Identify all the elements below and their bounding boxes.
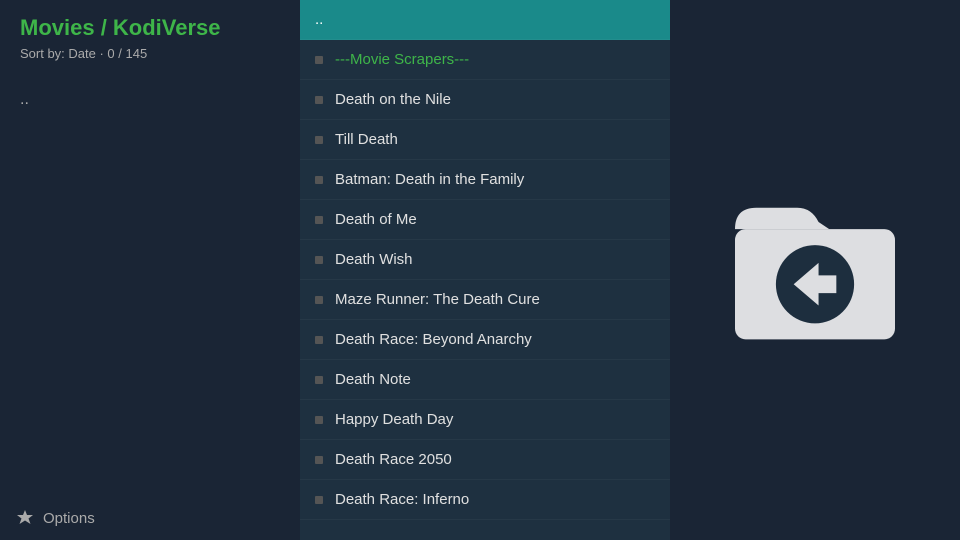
list-item-bullet: [315, 96, 323, 104]
list-item-label: ..: [315, 11, 655, 28]
bottom-bar: Options: [0, 496, 300, 540]
list-item-bullet: [315, 296, 323, 304]
list-item-bullet: [315, 456, 323, 464]
list-item-bullet: [315, 136, 323, 144]
sort-info: Sort by: Date · 0 / 145: [20, 46, 280, 61]
list-item-label: Maze Runner: The Death Cure: [335, 291, 655, 308]
list-item-bullet: [315, 416, 323, 424]
folder-back-icon: [725, 190, 905, 350]
list-item[interactable]: Death Race: Inferno: [300, 480, 670, 520]
list-item-label: Death Race: Beyond Anarchy: [335, 331, 655, 348]
list-item-label: Till Death: [335, 131, 655, 148]
list-item[interactable]: ---Movie Scrapers---: [300, 40, 670, 80]
list-item-bullet: [315, 496, 323, 504]
list-item[interactable]: Death Race 2050: [300, 440, 670, 480]
app-title-prefix: Movies /: [20, 15, 113, 40]
list-item-label: Death Note: [335, 371, 655, 388]
list-item[interactable]: Batman: Death in the Family: [300, 160, 670, 200]
list-item-bullet: [315, 256, 323, 264]
list-item-bullet: [315, 216, 323, 224]
list-item[interactable]: Death Note: [300, 360, 670, 400]
list-item-bullet: [315, 56, 323, 64]
movie-list: .. ---Movie Scrapers--- Death on the Nile T…: [300, 0, 670, 540]
options-icon: [15, 508, 35, 528]
list-item-bullet: [315, 176, 323, 184]
list-item-label: Death Race: Inferno: [335, 491, 655, 508]
list-item-bullet: [315, 336, 323, 344]
list-item-bullet: [315, 376, 323, 384]
left-panel: Movies / KodiVerse Sort by: Date · 0 / 1…: [0, 0, 300, 540]
list-item-label: ---Movie Scrapers---: [335, 51, 655, 68]
list-item[interactable]: Death Wish: [300, 240, 670, 280]
list-item[interactable]: Death of Me: [300, 200, 670, 240]
right-panel: [670, 0, 960, 540]
list-item-label: Death on the Nile: [335, 91, 655, 108]
list-item[interactable]: Maze Runner: The Death Cure: [300, 280, 670, 320]
list-item[interactable]: Death Race: Beyond Anarchy: [300, 320, 670, 360]
app-title: Movies / KodiVerse: [20, 15, 280, 41]
list-item[interactable]: Till Death: [300, 120, 670, 160]
list-item-label: Death Race 2050: [335, 451, 655, 468]
list-item-label: Death Wish: [335, 251, 655, 268]
list-item-label: Death of Me: [335, 211, 655, 228]
app-title-brand: KodiVerse: [113, 15, 221, 40]
list-item[interactable]: ..: [300, 0, 670, 40]
sidebar-back-dots: ..: [20, 91, 280, 109]
list-item-label: Happy Death Day: [335, 411, 655, 428]
list-item-label: Batman: Death in the Family: [335, 171, 655, 188]
list-item[interactable]: Death on the Nile: [300, 80, 670, 120]
options-label[interactable]: Options: [43, 510, 95, 527]
list-item[interactable]: Happy Death Day: [300, 400, 670, 440]
